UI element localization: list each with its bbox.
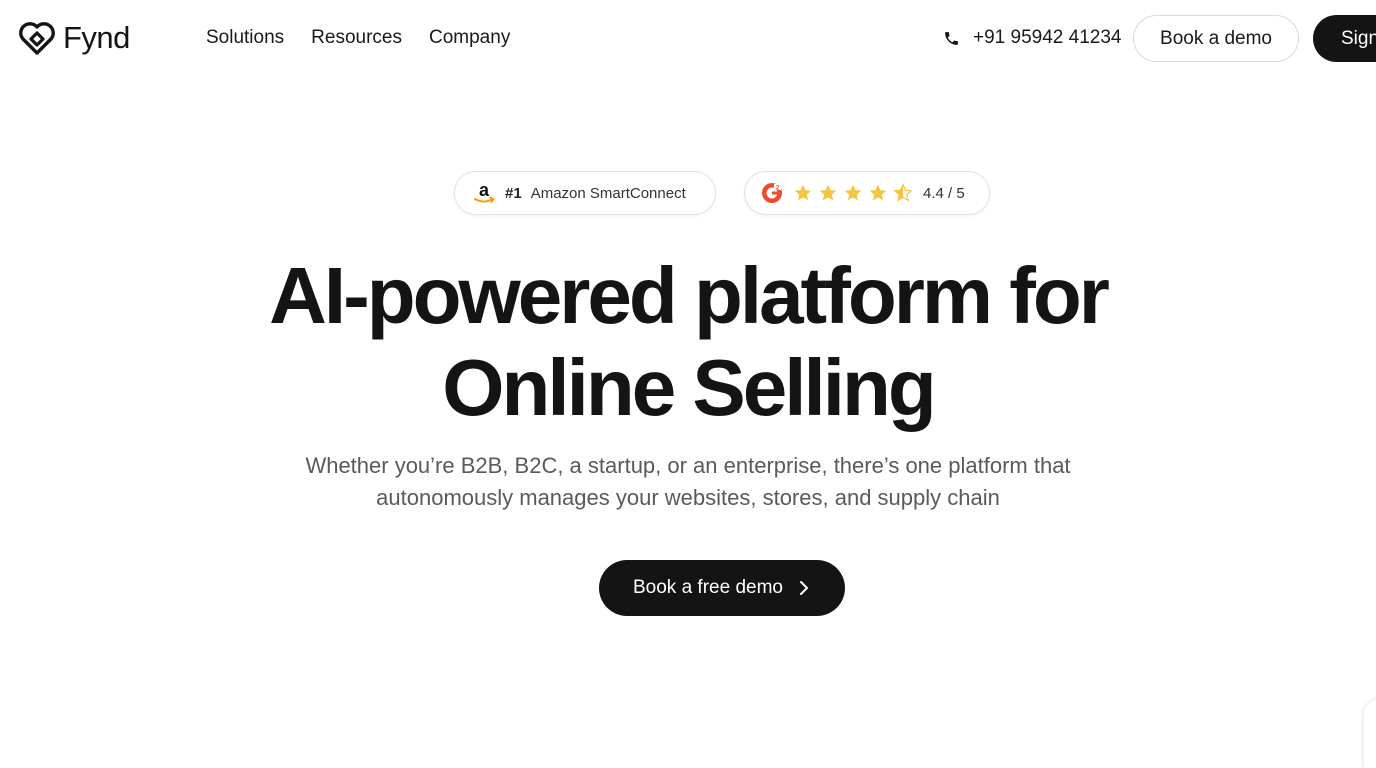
half-star-icon — [893, 183, 913, 202]
svg-text:a: a — [479, 180, 490, 200]
g2-rating-badge: 2 4.4 / 5 — [744, 171, 990, 215]
book-free-demo-button[interactable]: Book a free demo — [599, 560, 845, 616]
star-icon — [819, 184, 837, 201]
phone-link[interactable]: +91 95942 41234 — [943, 26, 1121, 50]
hero-title-line1: AI-powered platform for — [269, 251, 1110, 340]
nav-company[interactable]: Company — [429, 26, 510, 50]
book-demo-button[interactable]: Book a demo — [1133, 15, 1299, 62]
brand-name: Fynd — [63, 20, 130, 55]
star-icon — [794, 184, 812, 201]
rating-value: 4.4 / 5 — [923, 184, 965, 202]
phone-icon — [945, 31, 958, 45]
hero-title-line2: Online Selling — [442, 343, 936, 432]
hero-title: AI-powered platform for Online Selling — [0, 250, 1376, 434]
hero-subtitle: Whether you’re B2B, B2C, a startup, or a… — [0, 450, 1376, 514]
nav-links: Solutions Resources Company — [206, 26, 510, 50]
fynd-heart-icon — [19, 22, 55, 55]
star-icon — [869, 184, 887, 201]
top-navigation: Fynd Solutions Resources Company +91 959… — [0, 0, 1376, 76]
nav-resources[interactable]: Resources — [311, 26, 402, 50]
phone-number: +91 95942 41234 — [973, 27, 1122, 48]
chat-widget-edge[interactable] — [1364, 700, 1376, 768]
cta-label: Book a free demo — [633, 577, 783, 598]
hero-subtitle-line2: autonomously manages your websites, stor… — [376, 485, 1000, 510]
amazon-rank: #1 — [505, 184, 522, 202]
fynd-logo[interactable]: Fynd — [17, 18, 130, 58]
g2-icon: 2 — [762, 183, 782, 203]
nav-solutions[interactable]: Solutions — [206, 26, 284, 50]
rating-stars — [793, 183, 913, 203]
chevron-right-icon — [799, 581, 808, 595]
star-icon — [844, 184, 862, 201]
hero-subtitle-line1: Whether you’re B2B, B2C, a startup, or a… — [305, 453, 1071, 478]
amazon-badge: a #1 Amazon SmartConnect — [454, 171, 716, 215]
amazon-label: Amazon SmartConnect — [530, 184, 686, 202]
sign-button[interactable]: Sign — [1313, 15, 1376, 62]
amazon-icon: a — [474, 180, 495, 203]
